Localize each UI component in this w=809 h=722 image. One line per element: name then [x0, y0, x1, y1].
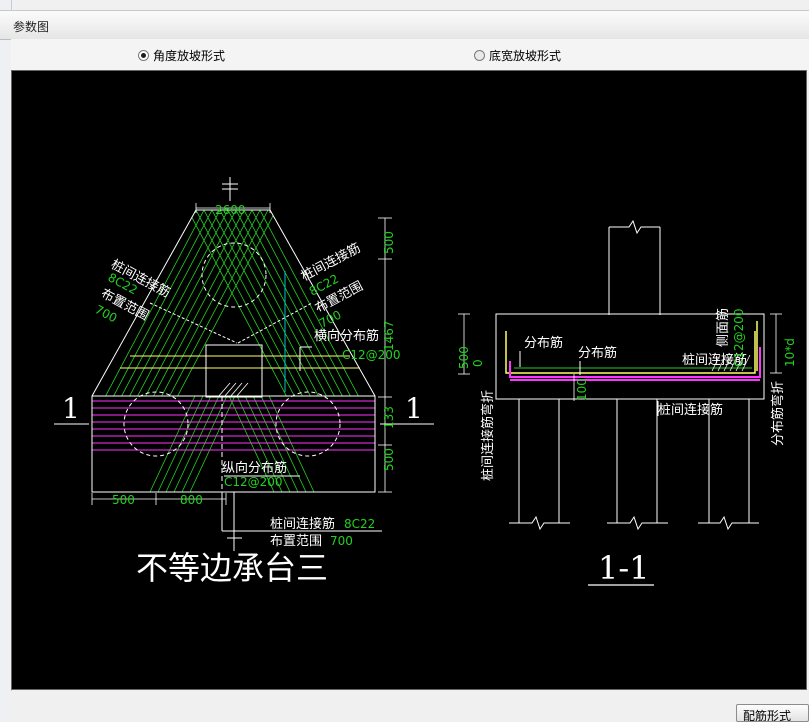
bottom-link-spec: 8C22 [344, 517, 375, 531]
bottom-range-value: 700 [330, 534, 353, 548]
section-link-bottom: 桩间连接筋 [658, 402, 723, 418]
longitudinal-spec: C12@200 [224, 475, 283, 489]
dim-right-500-top: 500 [382, 231, 396, 254]
section-title: 1-1 [598, 549, 650, 587]
section-dim-500: 500 [457, 346, 471, 369]
dim-top: 2600 [215, 203, 246, 217]
longitudinal-label: 纵向分布筋 [222, 460, 287, 476]
section-dist1: 分布筋 [524, 335, 563, 351]
section-side-bar: 侧面筋 [715, 308, 731, 347]
bottom-range-label: 布置范围 [270, 534, 322, 549]
radio-checked-icon [138, 50, 149, 61]
mode-options-bar: 角度放坡形式 底宽放坡形式 [11, 39, 809, 70]
angle-mode-radio[interactable]: 角度放坡形式 [138, 47, 225, 64]
angle-mode-label: 角度放坡形式 [153, 49, 226, 63]
window-titlebar: 参数图 [0, 10, 809, 40]
dim-right-500-bottom: 500 [382, 448, 396, 471]
window-title: 参数图 [13, 20, 50, 34]
dim-bottom-left: 500 [112, 493, 135, 507]
section-side-spec: C12@200 [732, 308, 746, 367]
parameter-drawing-canvas: 1 1 2600 500 1467 133 500 500 800 桩间连接筋 … [11, 70, 807, 690]
section-1-1: 500 0 100 桩间连接筋弯折 分布筋 分布筋 桩间连接筋 桩间连接筋 侧面… [457, 219, 797, 587]
section-right-vertical: 分布筋弯折 [770, 381, 786, 446]
section-dim-10d: 10*d [783, 338, 797, 367]
section-left-vertical: 桩间连接筋弯折 [480, 390, 496, 481]
section-mark-right: 1 [405, 392, 423, 425]
dim-bottom-mid: 800 [180, 493, 203, 507]
plan-title: 不等边承台三 [136, 549, 328, 587]
bottom-link-label: 桩间连接筋 [270, 516, 335, 532]
dim-right-133: 133 [382, 406, 396, 429]
transverse-label: 横向分布筋 [314, 328, 379, 344]
bottom-bar [11, 691, 809, 717]
pile-cap-plan: 1 1 2600 500 1467 133 500 500 800 桩间连接筋 … [54, 177, 434, 587]
section-dim-0: 0 [471, 359, 485, 367]
section-mark-left: 1 [62, 392, 80, 425]
transverse-spec: C12@200 [342, 348, 401, 362]
cad-drawing: 1 1 2600 500 1467 133 500 500 800 桩间连接筋 … [54, 177, 797, 587]
section-dim-100: 100 [575, 378, 589, 401]
width-mode-label: 底宽放坡形式 [489, 49, 562, 63]
width-mode-radio[interactable]: 底宽放坡形式 [474, 47, 561, 64]
radio-unchecked-icon [474, 50, 485, 61]
dim-right-1467: 1467 [382, 320, 396, 351]
section-dist2: 分布筋 [578, 345, 617, 361]
config-button[interactable]: 配筋形式 [736, 704, 809, 722]
